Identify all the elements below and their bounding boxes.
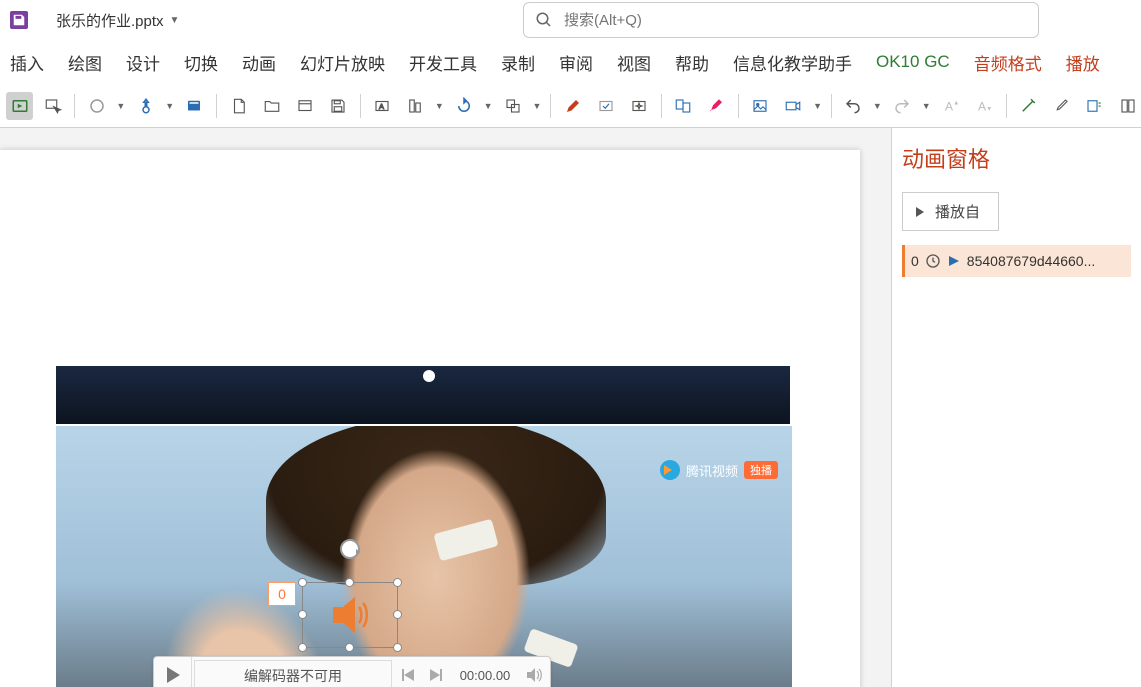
resize-handle[interactable] (393, 643, 402, 652)
svg-text:A: A (978, 99, 986, 113)
audio-object-selection[interactable] (302, 582, 398, 648)
layout-button[interactable] (1114, 92, 1141, 120)
shape-dropdown-icon[interactable]: ▼ (116, 101, 126, 111)
tab-draw[interactable]: 绘图 (68, 50, 102, 75)
svg-text:A: A (379, 102, 384, 111)
wand-button[interactable] (1015, 92, 1042, 120)
save-button[interactable] (324, 92, 351, 120)
align-dropdown-icon[interactable]: ▼ (435, 101, 445, 111)
resize-handle[interactable] (393, 578, 402, 587)
redo-dropdown-icon[interactable]: ▼ (922, 101, 932, 111)
video-button[interactable] (780, 92, 807, 120)
time-display: 00:00.00 (450, 668, 520, 683)
resize-handle[interactable] (393, 610, 402, 619)
highlighter-button[interactable] (703, 92, 730, 120)
video-thumbnail-main: 腾讯视频 独播 LET'S GIVE YOU POWER 赐予你力量 (56, 426, 792, 687)
tab-slideshow[interactable]: 幻灯片放映 (300, 50, 385, 75)
pen-button[interactable] (559, 92, 586, 120)
prev-button[interactable] (394, 668, 422, 682)
search-box[interactable] (523, 2, 1039, 38)
tab-help[interactable]: 帮助 (675, 50, 709, 75)
new-file-button[interactable] (225, 92, 252, 120)
pane-title: 动画窗格 (902, 142, 1131, 174)
rotation-handle[interactable] (340, 539, 360, 559)
animation-sequence-badge[interactable]: 0 (268, 582, 296, 606)
add-pane-button[interactable] (1081, 92, 1108, 120)
picture-button[interactable] (747, 92, 774, 120)
tab-devtools[interactable]: 开发工具 (409, 50, 477, 75)
tab-animation[interactable]: 动画 (242, 50, 276, 75)
audio-player-bar: 编解码器不可用 00:00.00 (153, 656, 551, 687)
resize-handle[interactable] (345, 578, 354, 587)
animation-item-sequence: 0 (911, 253, 919, 269)
svg-text:A: A (945, 99, 953, 113)
resize-handle[interactable] (298, 610, 307, 619)
codec-message: 编解码器不可用 (194, 660, 392, 687)
play-trigger-icon (947, 254, 961, 268)
arrange-dropdown-icon[interactable]: ▼ (532, 101, 542, 111)
clock-icon (925, 253, 941, 269)
title-dropdown-icon[interactable]: ▼ (170, 15, 180, 26)
file-title: 张乐的作业.pptx (56, 10, 164, 31)
tab-teaching[interactable]: 信息化教学助手 (733, 50, 852, 75)
tab-view[interactable]: 视图 (617, 50, 651, 75)
undo-button[interactable] (840, 92, 867, 120)
svg-text:▲: ▲ (953, 100, 959, 106)
tencent-video-icon (660, 460, 680, 480)
reading-view-button[interactable] (181, 92, 208, 120)
preview-select-button[interactable] (39, 92, 66, 120)
font-increase-button[interactable]: A▲ (937, 92, 964, 120)
align-button[interactable] (402, 92, 429, 120)
change-shape-button[interactable] (132, 92, 159, 120)
play-from-button[interactable]: 播放自 (902, 192, 999, 231)
play-from-label: 播放自 (935, 201, 980, 222)
video-watermark: 腾讯视频 独播 (660, 460, 778, 480)
speaker-icon (327, 593, 377, 642)
tab-transition[interactable]: 切换 (184, 50, 218, 75)
preview-button[interactable] (6, 92, 33, 120)
change-shape-dropdown-icon[interactable]: ▼ (165, 101, 175, 111)
tab-audio-format[interactable]: 音频格式 (974, 50, 1042, 75)
resize-handle[interactable] (298, 643, 307, 652)
resize-handle[interactable] (345, 643, 354, 652)
animation-list-item[interactable]: 0 854087679d44660... (902, 245, 1131, 277)
sparkle-button[interactable] (625, 92, 652, 120)
animation-item-name: 854087679d44660... (967, 253, 1125, 269)
rotate-dropdown-icon[interactable]: ▼ (484, 101, 494, 111)
window-button[interactable] (291, 92, 318, 120)
shape-button[interactable] (83, 92, 110, 120)
textbox-button[interactable]: A (369, 92, 396, 120)
tab-design[interactable]: 设计 (126, 50, 160, 75)
next-button[interactable] (422, 668, 450, 682)
slide-canvas[interactable]: 腾讯视频 独播 LET'S GIVE YOU POWER 赐予你力量 0 (0, 128, 891, 687)
rotate-button[interactable] (451, 92, 478, 120)
video-dropdown-icon[interactable]: ▼ (813, 101, 823, 111)
font-decrease-button[interactable]: A▼ (971, 92, 998, 120)
tab-insert[interactable]: 插入 (10, 50, 44, 75)
tab-review[interactable]: 审阅 (559, 50, 593, 75)
watermark-text: 腾讯视频 (686, 461, 738, 480)
undo-dropdown-icon[interactable]: ▼ (873, 101, 883, 111)
effects-button[interactable] (592, 92, 619, 120)
translate-button[interactable] (670, 92, 697, 120)
redo-button[interactable] (889, 92, 916, 120)
animation-pane: 动画窗格 播放自 0 854087679d44660... (891, 128, 1141, 687)
open-file-button[interactable] (258, 92, 285, 120)
tab-ok10[interactable]: OK10 GC (876, 52, 950, 72)
video-thumbnail-top (56, 366, 790, 424)
tab-record[interactable]: 录制 (501, 50, 535, 75)
svg-text:▼: ▼ (986, 106, 992, 112)
tab-playback[interactable]: 播放 (1066, 50, 1100, 75)
arrange-button[interactable] (499, 92, 526, 120)
search-input[interactable] (564, 12, 1038, 29)
eyedropper-button[interactable] (1048, 92, 1075, 120)
play-button[interactable] (154, 657, 192, 687)
watermark-badge: 独播 (744, 461, 778, 479)
volume-button[interactable] (520, 667, 550, 683)
search-icon (524, 11, 564, 29)
save-icon[interactable] (10, 11, 28, 29)
resize-handle[interactable] (298, 578, 307, 587)
